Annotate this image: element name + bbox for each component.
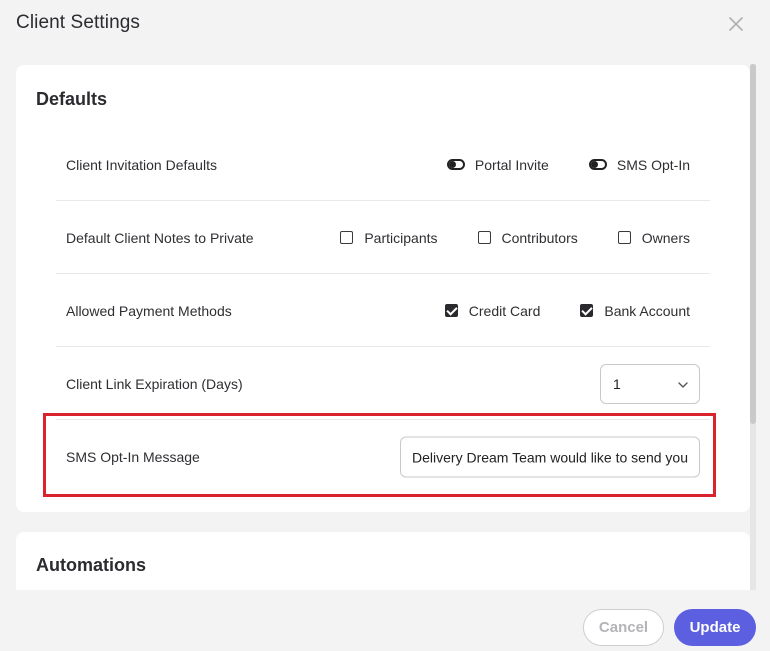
modal-title: Client Settings [16, 12, 141, 33]
row-label: Allowed Payment Methods [66, 302, 232, 319]
row-label: Client Link Expiration (Days) [66, 375, 243, 392]
participants-checkbox[interactable]: Participants [340, 229, 438, 246]
toggle-icon[interactable] [446, 159, 465, 170]
defaults-title: Defaults [36, 89, 108, 109]
row-label: SMS Opt-In Message [66, 449, 200, 465]
row-label: Default Client Notes to Private [66, 229, 254, 246]
portal-invite-toggle[interactable]: Portal Invite [446, 156, 549, 173]
bank-account-checkbox[interactable]: Bank Account [580, 303, 690, 319]
credit-card-label: Credit Card [468, 302, 541, 319]
owners-checkbox[interactable]: Owners [617, 229, 690, 246]
cancel-button[interactable]: Cancel [583, 609, 664, 646]
contributors-label: Contributors [501, 229, 578, 246]
portal-invite-label: Portal Invite [474, 156, 549, 173]
scrollbar-thumb[interactable] [750, 64, 756, 424]
modal-footer: Cancel Update [0, 590, 770, 651]
contributors-checkbox[interactable]: Contributors [477, 229, 578, 246]
update-button[interactable]: Update [674, 609, 756, 646]
expiration-days-select[interactable]: 1 [600, 363, 700, 404]
row-client-link-expiration: Client Link Expiration (Days) 1 [56, 348, 710, 420]
defaults-card: Defaults Client Invitation Defaults Port… [16, 65, 750, 512]
chevron-down-icon [678, 381, 688, 388]
sms-opt-in-message-input[interactable] [400, 436, 700, 478]
credit-card-checkbox[interactable]: Credit Card [444, 302, 541, 319]
select-value: 1 [613, 375, 621, 392]
checkbox-unchecked[interactable] [340, 231, 354, 244]
automations-title: Automations [36, 555, 146, 575]
sms-opt-in-toggle[interactable]: SMS Opt-In [588, 156, 690, 173]
row-allowed-payment-methods: Allowed Payment Methods Credit Card Bank… [56, 275, 710, 347]
modal-header: Client Settings [0, 0, 770, 50]
toggle-icon[interactable] [588, 159, 607, 170]
automations-card: Automations [16, 532, 750, 590]
close-icon[interactable] [726, 14, 746, 34]
sms-opt-in-label: SMS Opt-In [616, 156, 690, 173]
participants-label: Participants [364, 229, 438, 246]
settings-scroll-area[interactable]: Defaults Client Invitation Defaults Port… [0, 50, 770, 590]
row-default-client-notes: Default Client Notes to Private Particip… [56, 202, 710, 274]
row-client-invitation-defaults: Client Invitation Defaults Portal Invite… [56, 129, 710, 201]
bank-account-label: Bank Account [604, 302, 690, 319]
row-label: Client Invitation Defaults [66, 156, 217, 173]
checkbox-unchecked[interactable] [617, 231, 631, 244]
checkbox-checked-icon[interactable] [580, 304, 594, 317]
checkbox-checked-icon[interactable] [444, 304, 458, 317]
owners-label: Owners [641, 229, 690, 246]
checkbox-unchecked[interactable] [477, 231, 491, 244]
row-sms-opt-in-message: SMS Opt-In Message [56, 421, 710, 493]
